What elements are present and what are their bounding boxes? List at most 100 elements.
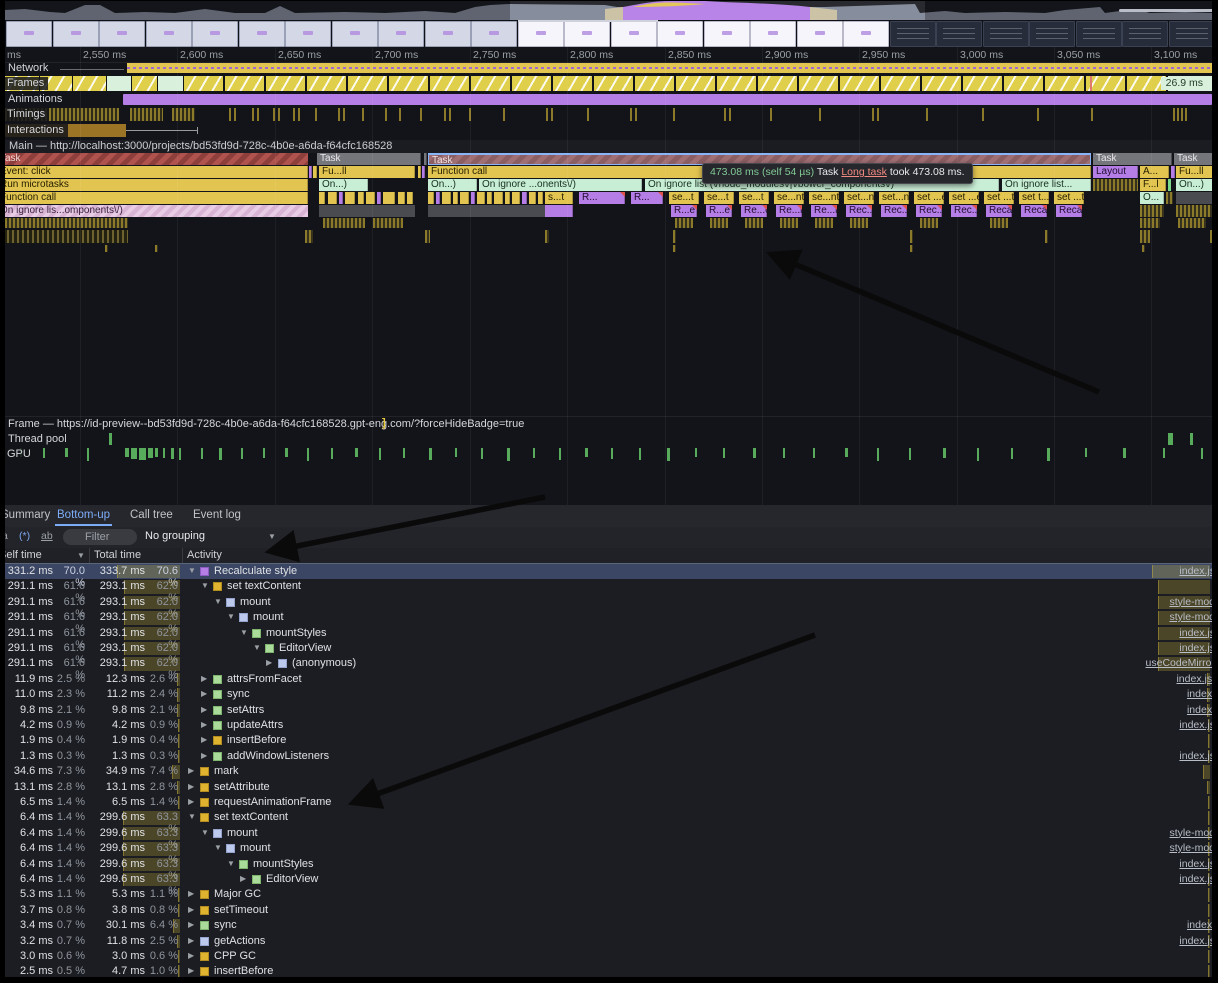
activity-label[interactable]: (anonymous): [292, 657, 356, 669]
flame-bar[interactable]: [710, 218, 728, 228]
flame-bar[interactable]: Event: click: [5, 166, 308, 178]
activity-label[interactable]: Recalculate style: [214, 565, 297, 577]
table-row[interactable]: 291.1 ms61.6 %293.1 ms62.0 %▼mountStyles…: [5, 626, 1212, 641]
collapse-icon[interactable]: ▼: [214, 597, 222, 606]
timing-tick[interactable]: [234, 108, 236, 121]
network-requests-bar[interactable]: [127, 63, 1212, 73]
flame-bar[interactable]: [328, 192, 337, 204]
source-link[interactable]: index.js: [1179, 858, 1212, 870]
flame-bar[interactable]: [529, 192, 536, 204]
track-thread-pool[interactable]: Thread pool: [5, 432, 1212, 447]
timing-tick[interactable]: [362, 108, 364, 121]
table-row[interactable]: 6.4 ms1.4 %299.6 ms63.3 %▼mountstyle-mod: [5, 841, 1212, 856]
timing-tick[interactable]: [729, 108, 731, 121]
table-row[interactable]: 6.5 ms1.4 %6.5 ms1.4 %▶requestAnimationF…: [5, 795, 1212, 810]
frame-cell[interactable]: [73, 76, 106, 91]
frame-cell[interactable]: [389, 76, 428, 91]
track-gpu[interactable]: GPU: [5, 447, 1212, 462]
activity-label[interactable]: attrsFromFacet: [227, 673, 302, 685]
activity-label[interactable]: getActions: [214, 935, 265, 947]
frame-cell[interactable]: [307, 76, 346, 91]
table-row[interactable]: 1.3 ms0.3 %1.3 ms0.3 %▶addWindowListener…: [5, 749, 1212, 764]
table-row[interactable]: 34.6 ms7.3 %34.9 ms7.4 %▶mark: [5, 764, 1212, 779]
activity-label[interactable]: mountStyles: [253, 858, 314, 870]
expand-icon[interactable]: ▶: [188, 905, 194, 914]
timing-tick[interactable]: [420, 108, 422, 121]
track-frame[interactable]: Frame — https://id-preview--bd53fd9d-728…: [5, 416, 1212, 432]
flame-bar[interactable]: se...nt: [809, 192, 839, 204]
flame-bar[interactable]: [675, 218, 693, 228]
filter-input[interactable]: Filter: [63, 529, 137, 545]
header-activity[interactable]: Activity: [187, 549, 222, 561]
timing-tick[interactable]: [229, 108, 231, 121]
frame-cell[interactable]: [184, 76, 223, 91]
screenshot-thumbnail[interactable]: [146, 21, 192, 47]
tab-call-tree[interactable]: Call tree: [126, 505, 177, 526]
expand-icon[interactable]: ▶: [188, 797, 194, 806]
frame-cell[interactable]: [1004, 76, 1043, 91]
screenshot-thumbnail[interactable]: [564, 21, 610, 47]
timing-tick[interactable]: [673, 108, 675, 121]
source-link[interactable]: index.js: [1179, 719, 1212, 731]
timing-tick[interactable]: [770, 108, 772, 121]
frame-cell[interactable]: [717, 76, 756, 91]
match-word-icon[interactable]: ab: [41, 530, 53, 542]
screenshot-thumbnail[interactable]: [936, 21, 982, 47]
flame-bar[interactable]: [780, 218, 798, 228]
timing-tick[interactable]: [1091, 108, 1093, 121]
grouping-select[interactable]: No grouping: [145, 530, 205, 542]
flame-bar[interactable]: [383, 192, 395, 204]
table-row[interactable]: 11.9 ms2.5 %12.3 ms2.6 %▶attrsFromFaceti…: [5, 672, 1212, 687]
grouping-dropdown-arrow[interactable]: ▼: [268, 532, 276, 541]
flame-bar[interactable]: [990, 218, 1008, 228]
screenshot-thumbnail[interactable]: [1122, 21, 1168, 47]
frame-cell[interactable]: [471, 76, 510, 91]
frame-cell[interactable]: [512, 76, 551, 91]
collapse-icon[interactable]: ▼: [227, 612, 235, 621]
table-row[interactable]: 11.0 ms2.3 %11.2 ms2.4 %▶syncindex.: [5, 687, 1212, 702]
timing-tick[interactable]: [385, 108, 387, 121]
track-timings[interactable]: Timings: [5, 107, 1212, 122]
timing-tick[interactable]: [293, 108, 295, 121]
expand-icon[interactable]: ▶: [240, 874, 246, 883]
table-row[interactable]: 1.9 ms0.4 %1.9 ms0.4 %▶insertBefore: [5, 733, 1212, 748]
collapse-icon[interactable]: ▼: [227, 859, 235, 868]
tab-event-log[interactable]: Event log: [189, 505, 245, 526]
flame-bar[interactable]: [1210, 230, 1212, 243]
flame-bar[interactable]: Task: [1174, 153, 1212, 165]
flame-bar[interactable]: [407, 192, 413, 204]
timing-tick[interactable]: [338, 108, 340, 121]
expand-icon[interactable]: ▶: [201, 705, 207, 714]
activity-label[interactable]: mount: [240, 596, 271, 608]
table-row[interactable]: 5.3 ms1.1 %5.3 ms1.1 %▶Major GC: [5, 887, 1212, 902]
flame-bar[interactable]: [358, 192, 364, 204]
flame-bar[interactable]: [1168, 179, 1171, 191]
activity-label[interactable]: CPP GC: [214, 950, 256, 962]
activity-label[interactable]: sync: [214, 919, 237, 931]
timing-tick[interactable]: [252, 108, 254, 121]
flame-bar[interactable]: On ignore ...onents\/): [479, 179, 642, 191]
flame-bar[interactable]: [673, 230, 676, 243]
activity-label[interactable]: sync: [227, 688, 250, 700]
match-case-icon[interactable]: a: [5, 530, 8, 542]
flame-bar[interactable]: se...t: [669, 192, 699, 204]
table-row[interactable]: 6.4 ms1.4 %299.6 ms63.3 %▼mountStylesind…: [5, 857, 1212, 872]
flame-bar[interactable]: On ignore list...: [1002, 179, 1091, 191]
flame-bar[interactable]: [1142, 245, 1145, 252]
screenshot-thumbnail[interactable]: [750, 21, 796, 47]
frame-cell[interactable]: [132, 76, 157, 91]
frame-cell[interactable]: [348, 76, 387, 91]
table-row[interactable]: 3.0 ms0.6 %3.0 ms0.6 %▶CPP GC: [5, 949, 1212, 964]
frame-cell[interactable]: [266, 76, 305, 91]
frame-cell[interactable]: [225, 76, 264, 91]
timing-tick[interactable]: [1173, 108, 1175, 121]
expand-icon[interactable]: ▶: [188, 782, 194, 791]
screenshot-thumbnail[interactable]: [518, 21, 564, 47]
timing-block[interactable]: [130, 108, 163, 121]
screenshot-thumbnail[interactable]: [6, 21, 52, 47]
flame-bar[interactable]: R...: [631, 192, 663, 204]
timing-tick[interactable]: [872, 108, 874, 121]
flame-bar[interactable]: [505, 192, 510, 204]
expand-icon[interactable]: ▶: [188, 966, 194, 975]
header-self-time[interactable]: Self time: [5, 549, 42, 561]
